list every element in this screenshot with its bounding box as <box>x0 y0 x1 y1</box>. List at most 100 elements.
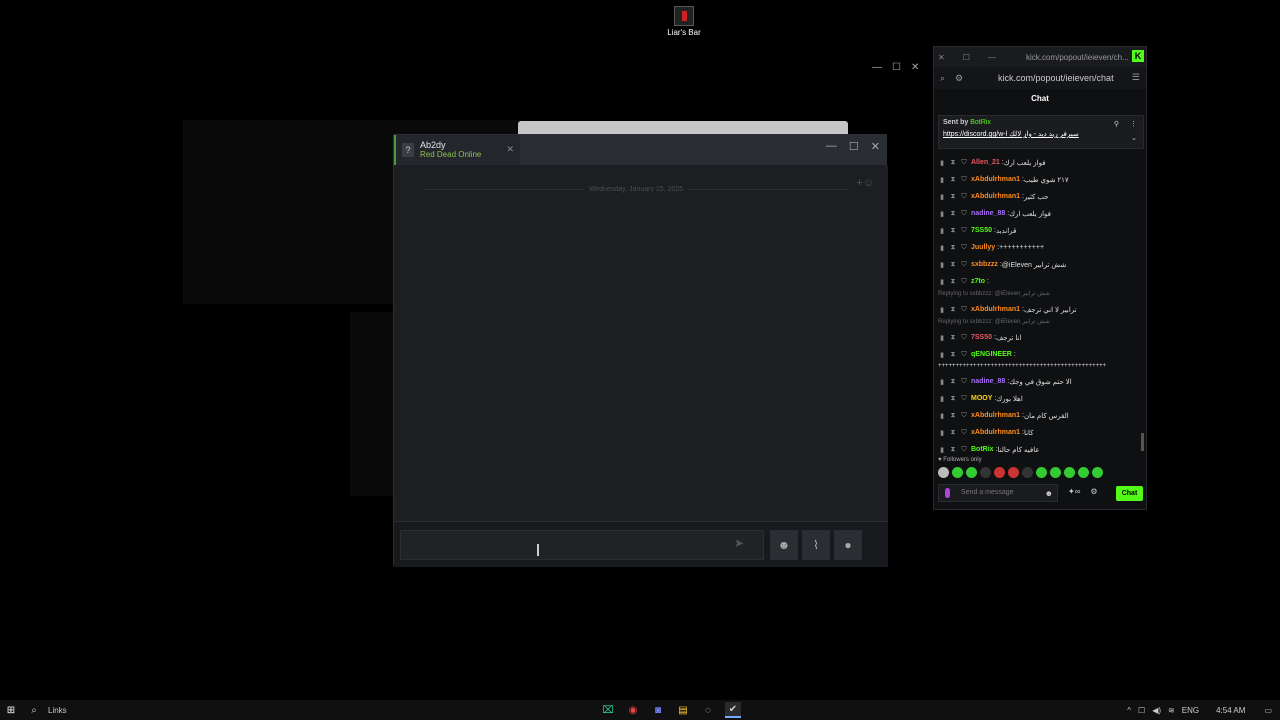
taskbar-app-discord-icon[interactable]: ◙ <box>650 702 666 718</box>
chat-message[interactable]: ▮ ⧗ ⛉ xAbdulrhman1: ترابير لا اني ترجف <box>938 301 1144 318</box>
chat-username[interactable]: xAbdulrhman1 <box>971 306 1020 313</box>
chat-message[interactable]: ▮ ⧗ ⛉ MOOY: اهلا بورك <box>938 390 1144 407</box>
trash-icon[interactable]: ▮ <box>938 446 946 454</box>
timeout-icon[interactable]: ⧗ <box>949 429 957 437</box>
chat-username[interactable]: nadine_88 <box>971 378 1005 385</box>
trash-icon[interactable]: ▮ <box>938 395 946 403</box>
chat-username[interactable]: xAbdulrhman1 <box>971 429 1020 436</box>
chat-message[interactable]: ▮ ⧗ ⛉ nadine_88: الا حتم شوق في وجك <box>938 373 1144 390</box>
timeout-icon[interactable]: ⧗ <box>949 446 957 454</box>
chat-message[interactable]: ▮ ⧗ ⛉ nadine_88: فواز يلعب ارك <box>938 205 1144 222</box>
close-icon[interactable]: ✕ <box>938 53 945 62</box>
chat-username[interactable]: xAbdulrhman1 <box>971 176 1020 183</box>
maximize-icon[interactable]: ☐ <box>849 140 859 153</box>
chat-message[interactable]: ▮ ⧗ ⛉ qENGINEER: <box>938 346 1144 363</box>
chat-message[interactable]: ▮ ⧗ ⛉ xAbdulrhman1: القرس كام مان <box>938 407 1144 424</box>
chat-username[interactable]: MOOY <box>971 395 992 402</box>
language-indicator[interactable]: ENG <box>1182 706 1199 715</box>
chat-message[interactable]: ▮ ⧗ ⛉ Juullyy: +++++++++++ <box>938 239 1144 256</box>
timeout-icon[interactable]: ⧗ <box>949 159 957 167</box>
search-label[interactable]: Links <box>48 706 67 715</box>
address-bar[interactable]: ⌕ ⚙ kick.com/popout/ieieven/chat ☰ <box>934 67 1146 89</box>
chat-username[interactable]: qENGINEER <box>971 351 1012 358</box>
emote[interactable] <box>1078 467 1089 478</box>
pin-icon[interactable]: ⚲ <box>1114 120 1119 128</box>
chat-username[interactable]: nadine_88 <box>971 210 1005 217</box>
minimize-icon[interactable]: — <box>826 140 837 153</box>
timeout-icon[interactable]: ⧗ <box>949 193 957 201</box>
trash-icon[interactable]: ▮ <box>938 227 946 235</box>
chat-message[interactable]: ▮ ⧗ ⛉ BotRix: عافيه كام حالنا <box>938 441 1144 458</box>
trash-icon[interactable]: ▮ <box>938 193 946 201</box>
maximize-icon[interactable]: ☐ <box>892 62 901 73</box>
chat-message[interactable]: ▮ ⧗ ⛉ xAbdulrhman1: حب كثير <box>938 188 1144 205</box>
chat-username[interactable]: xAbdulrhman1 <box>971 193 1020 200</box>
address-url[interactable]: kick.com/popout/ieieven/chat <box>998 73 1114 83</box>
emote[interactable] <box>966 467 977 478</box>
chevron-up-icon[interactable]: ^ <box>1127 706 1131 715</box>
taskbar-app-folder-icon[interactable]: ▤ <box>675 702 691 718</box>
emote[interactable] <box>1064 467 1075 478</box>
notification-icon[interactable]: ▭ <box>1264 706 1272 715</box>
chat-username[interactable]: Juullyy <box>971 244 995 251</box>
start-button[interactable]: ⊞ <box>0 700 22 720</box>
trash-icon[interactable]: ▮ <box>938 176 946 184</box>
emote[interactable] <box>938 467 949 478</box>
emoticon-button[interactable]: ☻ <box>770 530 798 560</box>
timeout-icon[interactable]: ⧗ <box>949 244 957 252</box>
timeout-icon[interactable]: ⧗ <box>949 306 957 314</box>
more-icon[interactable]: ⋮ <box>1130 120 1137 128</box>
timeout-icon[interactable]: ⧗ <box>949 412 957 420</box>
search-icon[interactable]: ⌕ <box>22 705 46 716</box>
network-icon[interactable]: ☐ <box>1138 706 1145 715</box>
trash-icon[interactable]: ▮ <box>938 429 946 437</box>
microphone-icon[interactable] <box>945 488 950 498</box>
chat-message[interactable]: ▮ ⧗ ⛉ xAbdulrhman1: كانا <box>938 424 1144 441</box>
timeout-icon[interactable]: ⧗ <box>949 395 957 403</box>
chat-message[interactable]: ▮ ⧗ ⛉ sxbbzzz: @iEleven شش ترابير <box>938 256 1144 273</box>
minimize-icon[interactable]: — <box>872 62 882 73</box>
emote[interactable] <box>1050 467 1061 478</box>
add-friend-icon[interactable]: +☺ <box>856 177 874 189</box>
minimize-icon[interactable]: — <box>988 53 996 62</box>
trash-icon[interactable]: ▮ <box>938 306 946 314</box>
emoji-icon[interactable]: ☻ <box>1045 486 1053 502</box>
trash-icon[interactable]: ▮ <box>938 159 946 167</box>
emote[interactable] <box>1036 467 1047 478</box>
desktop-icon-liars-bar[interactable]: Liar's Bar <box>662 6 706 37</box>
timeout-icon[interactable]: ⧗ <box>949 227 957 235</box>
chat-message[interactable]: ▮ ⧗ ⛉ xAbdulrhman1: ٢١٧ شوي طيب <box>938 171 1144 188</box>
extensions-icon[interactable]: ✦∞ <box>1068 487 1080 496</box>
search-icon[interactable]: ⌕ <box>940 73 945 84</box>
message-input[interactable] <box>400 530 764 560</box>
trash-icon[interactable]: ▮ <box>938 278 946 286</box>
taskbar-app-steam-alt-icon[interactable]: ◌ <box>700 702 716 718</box>
gear-icon[interactable]: ⚙ <box>1090 487 1097 496</box>
trash-icon[interactable]: ▮ <box>938 412 946 420</box>
chat-username[interactable]: 7SS50 <box>971 334 992 341</box>
emote[interactable] <box>980 467 991 478</box>
trash-icon[interactable]: ▮ <box>938 334 946 342</box>
chat-username[interactable]: Allen_21 <box>971 159 1000 166</box>
send-message-input[interactable]: Send a message ☻ <box>938 484 1058 502</box>
emote[interactable] <box>952 467 963 478</box>
timeout-icon[interactable]: ⧗ <box>949 210 957 218</box>
chat-message[interactable]: ▮ ⧗ ⛉ 7SS50: انا ترجف <box>938 329 1144 346</box>
timeout-icon[interactable]: ⧗ <box>949 261 957 269</box>
emote[interactable] <box>994 467 1005 478</box>
chevron-down-icon[interactable]: ⌄ <box>1131 134 1137 142</box>
chat-username[interactable]: z7to <box>971 278 985 285</box>
volume-icon[interactable]: ◀) <box>1152 706 1161 715</box>
chat-message[interactable]: ▮ ⧗ ⛉ 7SS50: قرانديد <box>938 222 1144 239</box>
maximize-icon[interactable]: ☐ <box>963 53 970 62</box>
emote[interactable] <box>1008 467 1019 478</box>
chat-message[interactable]: ▮ ⧗ ⛉ z7to: <box>938 273 1144 290</box>
trash-icon[interactable]: ▮ <box>938 210 946 218</box>
timeout-icon[interactable]: ⧗ <box>949 378 957 386</box>
chat-username[interactable]: sxbbzzz <box>971 261 998 268</box>
wifi-icon[interactable]: ≋ <box>1168 706 1175 715</box>
trash-icon[interactable]: ▮ <box>938 244 946 252</box>
timeout-icon[interactable]: ⧗ <box>949 176 957 184</box>
clock[interactable]: 4:54 AM <box>1216 706 1245 715</box>
chat-tab-ab2dy[interactable]: ? Ab2dy Red Dead Online ✕ <box>394 135 520 165</box>
